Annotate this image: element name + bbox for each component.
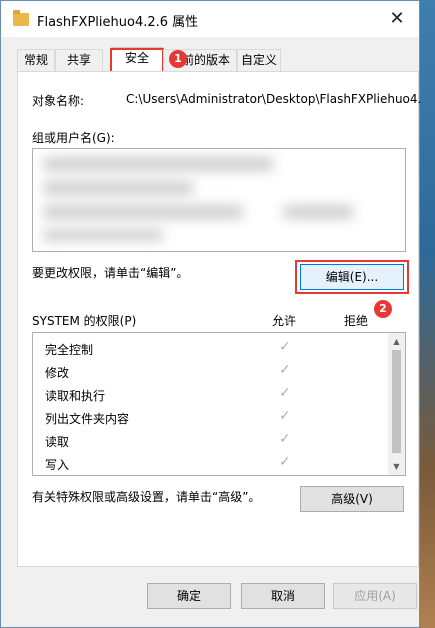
apply-button[interactable]: 应用(A): [333, 583, 417, 609]
tab-customize[interactable]: 自定义: [237, 49, 281, 71]
permission-name: 写入: [45, 458, 70, 472]
allow-check-icon: ✓: [279, 339, 291, 355]
tab-sharing-label: 共享: [66, 53, 91, 67]
allow-header: 允许: [272, 314, 297, 328]
scroll-down-icon[interactable]: ▼: [388, 458, 405, 475]
permission-row: 读取和执行 ✓: [33, 383, 389, 406]
ok-button-label: 确定: [176, 589, 201, 603]
advanced-button[interactable]: 高级(V): [300, 486, 404, 512]
security-panel: 对象名称: C:\Users\Administrator\Desktop\Fla…: [17, 71, 422, 567]
group-users-list[interactable]: [32, 148, 406, 252]
allow-check-icon: ✓: [279, 431, 291, 447]
deny-header: 拒绝: [344, 314, 369, 328]
scrollbar-thumb[interactable]: [392, 350, 401, 453]
tab-customize-label: 自定义: [240, 53, 277, 67]
step-badge-2: 2: [374, 300, 392, 318]
allow-check-icon: ✓: [279, 454, 291, 470]
properties-dialog: FlashFXPliehuo4.2.6 属性 ✕ 常规 共享 安全 以前的版本 …: [0, 0, 422, 628]
permission-row: 写入 ✓: [33, 452, 389, 475]
advanced-hint: 有关特殊权限或高级设置，请单击“高级”。: [32, 490, 261, 504]
permissions-scrollbar[interactable]: ▲ ▼: [388, 333, 405, 475]
blurred-user-entry: [43, 229, 163, 241]
advanced-button-label: 高级(V): [331, 492, 373, 506]
permission-row: 完全控制 ✓: [33, 337, 389, 360]
close-button[interactable]: ✕: [383, 7, 411, 31]
permission-name: 完全控制: [45, 343, 94, 357]
blurred-user-entry: [283, 205, 353, 219]
blurred-user-entry: [43, 157, 273, 171]
allow-check-icon: ✓: [279, 362, 291, 378]
permissions-label: SYSTEM 的权限(P): [32, 314, 137, 328]
permission-name: 列出文件夹内容: [45, 412, 130, 426]
blurred-user-entry: [43, 181, 193, 195]
cancel-button-label: 取消: [270, 589, 295, 603]
permission-name: 读取: [45, 435, 70, 449]
edit-button[interactable]: 编辑(E)...: [295, 260, 409, 294]
allow-check-icon: ✓: [279, 385, 291, 401]
permission-row: 列出文件夹内容 ✓: [33, 406, 389, 429]
title-bar: FlashFXPliehuo4.2.6 属性 ✕: [1, 1, 419, 37]
tab-security[interactable]: 安全: [110, 47, 164, 74]
allow-check-icon: ✓: [279, 408, 291, 424]
group-users-label: 组或用户名(G):: [32, 131, 115, 145]
object-name-label: 对象名称:: [32, 94, 85, 108]
permissions-list[interactable]: 完全控制 ✓ 修改 ✓ 读取和执行 ✓ 列出文件夹内容 ✓ 读取 ✓ 写入 ✓: [32, 332, 406, 476]
edit-highlight-box: [295, 260, 409, 294]
cancel-button[interactable]: 取消: [241, 583, 325, 609]
tab-general[interactable]: 常规: [17, 49, 55, 71]
tab-sharing[interactable]: 共享: [55, 49, 103, 71]
permission-name: 读取和执行: [45, 389, 106, 403]
object-name-value: C:\Users\Administrator\Desktop\FlashFXPl…: [126, 92, 422, 106]
folder-icon: [13, 10, 29, 26]
ok-button[interactable]: 确定: [147, 583, 231, 609]
window-title: FlashFXPliehuo4.2.6 属性: [37, 15, 199, 30]
apply-button-label: 应用(A): [354, 589, 396, 603]
edit-hint: 要更改权限，请单击“编辑”。: [32, 266, 189, 280]
permission-row: 读取 ✓: [33, 429, 389, 452]
step-badge-1: 1: [169, 50, 187, 68]
scroll-up-icon[interactable]: ▲: [388, 333, 405, 350]
permission-row: 修改 ✓: [33, 360, 389, 383]
blurred-user-entry: [43, 205, 243, 219]
tab-general-label: 常规: [23, 53, 48, 67]
permission-name: 修改: [45, 366, 70, 380]
